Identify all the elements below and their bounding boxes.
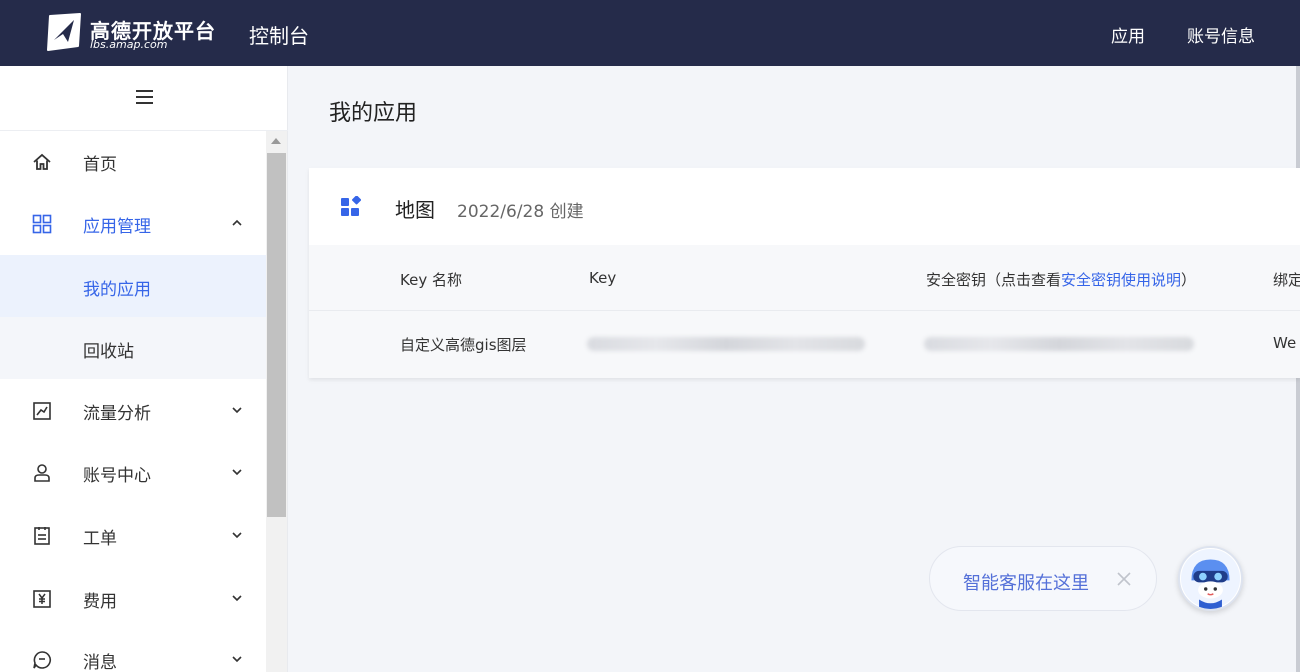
column-key: Key xyxy=(589,269,617,287)
key-name-cell: 自定义高德gis图层 xyxy=(400,336,527,354)
app-created-date: 2022/6/28 创建 xyxy=(457,202,584,222)
sidebar-item-label: 首页 xyxy=(83,155,117,175)
app-card-header: 地图 2022/6/28 创建 xyxy=(309,168,1300,245)
sidebar-item-label: 消息 xyxy=(83,653,117,672)
top-header: 高德开放平台 lbs.amap.com 控制台 应用 账号信息 xyxy=(0,0,1300,66)
chevron-down-icon xyxy=(232,656,242,663)
sidebar-item-messages[interactable]: 消息 xyxy=(0,629,266,672)
sidebar-subitem-label: 我的应用 xyxy=(83,280,151,300)
sidebar-item-label: 应用管理 xyxy=(83,217,151,237)
secret-usage-link[interactable]: 安全密钥使用说明 xyxy=(1061,271,1181,289)
app-name: 地图 xyxy=(395,198,435,222)
clipboard-icon xyxy=(34,527,50,545)
home-icon xyxy=(33,153,51,170)
smart-service-bubble[interactable]: 智能客服在这里 xyxy=(929,546,1157,611)
user-icon xyxy=(34,464,50,482)
column-bind: 绑定 xyxy=(1273,271,1300,289)
sidebar-item-label: 账号中心 xyxy=(83,466,151,486)
sidebar-subitem-label: 回收站 xyxy=(83,342,134,362)
yuan-icon xyxy=(33,590,51,608)
sidebar-subitem-recycle-bin[interactable]: 回收站 xyxy=(0,317,266,379)
sidebar-toggle[interactable] xyxy=(0,66,288,131)
sidebar-item-app-management[interactable]: 应用管理 xyxy=(0,193,266,255)
nav-account-info[interactable]: 账号信息 xyxy=(1187,22,1255,47)
sidebar-item-account-center[interactable]: 账号中心 xyxy=(0,442,266,504)
bind-service-cell: We xyxy=(1273,334,1297,352)
message-icon xyxy=(33,651,51,669)
chevron-down-icon xyxy=(232,595,242,602)
sidebar-subitem-my-apps[interactable]: 我的应用 xyxy=(0,255,266,317)
sidebar-item-home[interactable]: 首页 xyxy=(0,131,266,193)
hamburger-icon xyxy=(136,90,153,104)
assistant-avatar-icon xyxy=(1180,548,1241,609)
chart-icon xyxy=(33,402,51,420)
sidebar-item-label: 费用 xyxy=(83,592,117,612)
table-row: 自定义高德gis图层 We xyxy=(309,311,1300,378)
sidebar-scrollbar[interactable] xyxy=(266,131,287,672)
sidebar-menu: 首页 应用管理 我的应用 回收站 流量分析 账号中心 工单 费用 消息 xyxy=(0,131,266,672)
chevron-down-icon xyxy=(232,407,242,414)
sidebar-item-label: 工单 xyxy=(83,529,117,549)
chevron-down-icon xyxy=(232,469,242,476)
sidebar: 首页 应用管理 我的应用 回收站 流量分析 账号中心 工单 费用 消息 xyxy=(0,66,288,672)
sidebar-item-traffic-analysis[interactable]: 流量分析 xyxy=(0,380,266,442)
column-secret: 安全密钥（点击查看安全密钥使用说明） xyxy=(926,269,1196,290)
logo-subtitle: lbs.amap.com xyxy=(90,38,168,51)
amap-logo-icon xyxy=(47,13,81,51)
scrollbar-thumb[interactable] xyxy=(267,153,286,517)
console-title: 控制台 xyxy=(249,24,309,48)
key-value-blurred[interactable] xyxy=(587,337,865,351)
sidebar-item-label: 流量分析 xyxy=(83,404,151,424)
sidebar-item-billing[interactable]: 费用 xyxy=(0,568,266,630)
column-key-name: Key 名称 xyxy=(400,271,462,289)
sidebar-item-tickets[interactable]: 工单 xyxy=(0,505,266,567)
app-blocks-icon xyxy=(341,196,361,216)
column-secret-suffix: ） xyxy=(1181,271,1197,289)
nav-apps[interactable]: 应用 xyxy=(1111,22,1145,47)
top-nav: 应用 账号信息 xyxy=(1111,22,1255,47)
app-card: 地图 2022/6/28 创建 Key 名称 Key 安全密钥（点击查看安全密钥… xyxy=(309,168,1300,378)
grid-icon xyxy=(32,214,52,234)
close-icon[interactable] xyxy=(1114,569,1134,589)
assistant-avatar[interactable] xyxy=(1178,546,1243,611)
column-secret-prefix: 安全密钥（点击查看 xyxy=(926,271,1062,289)
chevron-up-icon xyxy=(232,219,242,226)
secret-value-blurred[interactable] xyxy=(924,337,1194,351)
page-title: 我的应用 xyxy=(329,101,418,126)
chevron-down-icon xyxy=(232,532,242,539)
amap-logo[interactable]: 高德开放平台 lbs.amap.com xyxy=(44,12,244,56)
smart-service-label: 智能客服在这里 xyxy=(963,573,1089,594)
keys-table-header: Key 名称 Key 安全密钥（点击查看安全密钥使用说明） 绑定 xyxy=(309,245,1300,311)
scroll-up-arrow-icon[interactable] xyxy=(271,138,281,144)
